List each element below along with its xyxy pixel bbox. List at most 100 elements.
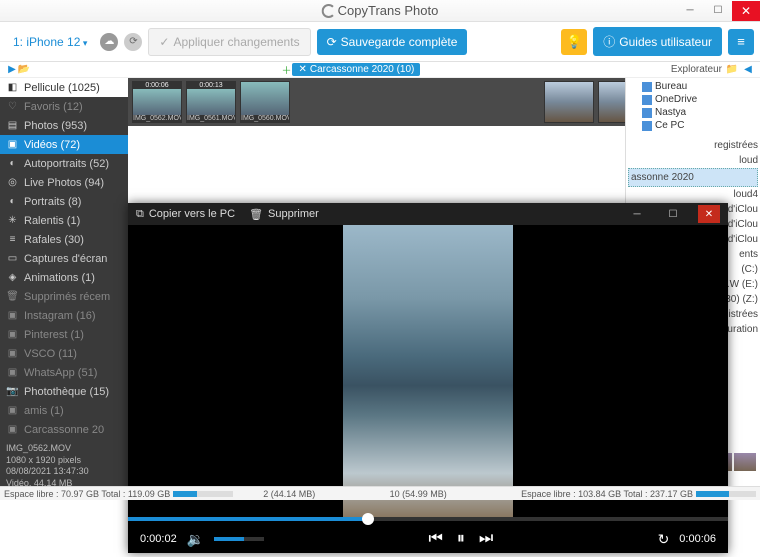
sidebar-item[interactable]: ▤ Photos (953): [0, 116, 128, 135]
tree-item[interactable]: OneDrive: [628, 93, 758, 106]
forward-button[interactable]: ⏭: [479, 530, 493, 548]
sidebar-item[interactable]: ◈Animations (1): [0, 268, 128, 287]
thumb-duration: 0:00:13: [187, 82, 235, 89]
video-canvas[interactable]: [128, 225, 728, 517]
sidebar-item[interactable]: ◐Portraits (8): [0, 192, 128, 211]
sidebar-item[interactable]: ≡Rafales (30): [0, 230, 128, 249]
chip-close-icon[interactable]: ✕: [298, 64, 306, 75]
sidebar-item-label: Autoportraits (52): [24, 158, 109, 170]
sidebar-item[interactable]: ▭Captures d'écran: [0, 249, 128, 268]
trash-icon: 🗑: [249, 208, 263, 221]
guides-button[interactable]: ⓘ Guides utilisateur: [593, 27, 722, 56]
maximize-button[interactable]: ☐: [704, 1, 732, 21]
sidebar-item-label: Photothèque (15): [24, 386, 109, 398]
delete-label: Supprimer: [268, 208, 319, 220]
sidebar-item[interactable]: 🗑Supprimés récem: [0, 287, 128, 306]
total-time: 0:00:06: [679, 533, 716, 545]
sidebar-item-label: Live Photos (94): [24, 177, 104, 189]
camera-icon: ◧: [6, 81, 19, 94]
sidebar-item[interactable]: ▣WhatsApp (51): [0, 363, 128, 382]
delete-button[interactable]: 🗑 Supprimer: [249, 208, 319, 221]
player-controls: 0:00:02 🔉 ⏮ ⏸ ⏭ ↻ 0:00:06: [128, 521, 728, 557]
add-icon[interactable]: ＋: [280, 64, 292, 76]
folder-icon[interactable]: 📁: [726, 64, 738, 76]
portrait-icon: ◐: [6, 195, 19, 208]
close-button[interactable]: ✕: [732, 1, 760, 21]
menu-icon[interactable]: ≡: [728, 29, 754, 55]
expand-right-icon[interactable]: ◀: [742, 64, 754, 76]
sidebar-item-label: Instagram (16): [24, 310, 96, 322]
sidebar-item[interactable]: ▣Pinterest (1): [0, 325, 128, 344]
folder-icon: ▣: [6, 404, 19, 417]
replay-icon[interactable]: ↻: [658, 531, 670, 548]
sidebar-item-label: Photos (953): [24, 120, 87, 132]
check-icon: ✓: [159, 35, 169, 49]
sidebar-item[interactable]: ▣VSCO (11): [0, 344, 128, 363]
device-selector[interactable]: 1: iPhone 12: [6, 30, 94, 54]
info-size: Vidéo, 44.14 MB: [6, 478, 122, 486]
sidebar-item-label: Favoris (12): [24, 101, 83, 113]
sidebar-item-label: Ralentis (1): [24, 215, 80, 227]
volume-slider[interactable]: [214, 537, 264, 541]
sidebar: ◧Pellicule (1025)♡Favoris (12) ▤ Photos (9…: [0, 78, 128, 486]
sidebar-item[interactable]: ◧Pellicule (1025): [0, 78, 128, 97]
sidebar-item[interactable]: ▣Instagram (16): [0, 306, 128, 325]
apply-changes-button[interactable]: ✓ Appliquer changements: [148, 28, 310, 56]
player-close-button[interactable]: ✕: [698, 205, 720, 223]
minimize-button[interactable]: ─: [676, 1, 704, 21]
full-backup-button[interactable]: ⟳ Sauvegarde complète: [317, 29, 468, 55]
album-chip[interactable]: ✕ Carcassonne 2020 (10): [292, 63, 420, 76]
apply-label: Appliquer changements: [173, 35, 299, 49]
sidebar-item-label: Captures d'écran: [24, 253, 107, 265]
tree-partial-line: assonne 2020: [628, 168, 758, 187]
refresh-icon[interactable]: ⟳: [124, 33, 142, 51]
tree-item[interactable]: Nastya: [628, 106, 758, 119]
thumb-right[interactable]: [544, 81, 594, 123]
trash-icon: 🗑: [6, 290, 19, 303]
sidebar-item-label: Animations (1): [24, 272, 95, 284]
sidebar-item-label: VSCO (11): [24, 348, 77, 360]
seek-bar[interactable]: [128, 517, 728, 521]
sidebar-item-label: Vidéos (72): [24, 139, 80, 151]
tree-item[interactable]: Ce PC: [628, 119, 758, 132]
sidebar-item[interactable]: ▣ Vidéos (72): [0, 135, 128, 154]
sidebar-item[interactable]: ▣amis (1): [0, 401, 128, 420]
player-minimize-button[interactable]: ─: [626, 205, 648, 223]
cloud-icon[interactable]: ☁: [100, 33, 118, 51]
photo-icon: ▤: [6, 119, 19, 132]
sidebar-item[interactable]: ◐Autoportraits (52): [0, 154, 128, 173]
rewind-button[interactable]: ⏮: [428, 530, 442, 548]
video-thumb[interactable]: 0:00:13 IMG_0561.MOV: [186, 81, 236, 123]
video-thumb[interactable]: IMG_0560.MOV: [240, 81, 290, 123]
folder-open-icon[interactable]: 📂: [18, 64, 30, 76]
library-icon: 📷: [6, 385, 19, 398]
circle-icon: ◎: [6, 176, 19, 189]
player-maximize-button[interactable]: ☐: [662, 205, 684, 223]
video-thumb[interactable]: 0:00:06IMG_0562.MOV: [132, 81, 182, 123]
info-datetime: 08/08/2021 13:47:30: [6, 466, 122, 478]
info-filename: IMG_0562.MOV: [6, 443, 122, 455]
sidebar-item-label: WhatsApp (51): [24, 367, 97, 379]
lightbulb-icon[interactable]: 💡: [561, 29, 587, 55]
pause-button[interactable]: ⏸: [457, 530, 465, 548]
space-bar-right: [696, 491, 756, 497]
sidebar-item[interactable]: ▣Carcassonne 20: [0, 420, 128, 439]
volume-icon[interactable]: 🔉: [187, 531, 204, 548]
tree-item[interactable]: Bureau: [628, 80, 758, 93]
thumb-name: IMG_0560.MOV: [241, 115, 289, 122]
sidebar-item[interactable]: 📷 Photothèque (15): [0, 382, 128, 401]
main-area: ◧Pellicule (1025)♡Favoris (12) ▤ Photos (9…: [0, 78, 760, 486]
free-space-left: Espace libre : 70.97 GB Total : 119.09 G…: [4, 489, 170, 499]
seek-knob[interactable]: [362, 513, 374, 525]
mini-thumb[interactable]: [734, 453, 756, 471]
sidebar-item[interactable]: ✳Ralentis (1): [0, 211, 128, 230]
sidebar-item[interactable]: ◎ Live Photos (94): [0, 173, 128, 192]
thumb-name: IMG_0561.MOV: [187, 115, 235, 122]
selection-left: 2 (44.14 MB): [263, 489, 315, 499]
expand-left-icon[interactable]: ▶: [6, 64, 18, 76]
sidebar-item[interactable]: ♡Favoris (12): [0, 97, 128, 116]
sidebar-item-label: Pinterest (1): [24, 329, 84, 341]
copy-to-pc-button[interactable]: ⧉ Copier vers le PC: [136, 208, 235, 221]
video-icon: ▣: [6, 138, 19, 151]
folder-icon: [642, 82, 652, 92]
